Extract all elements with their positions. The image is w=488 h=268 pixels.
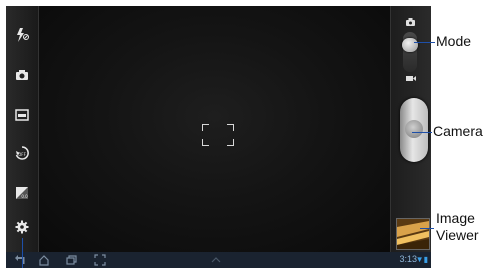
back-icon[interactable] bbox=[14, 254, 26, 266]
camera-shutter-button[interactable] bbox=[400, 98, 428, 162]
camera-icon bbox=[405, 120, 423, 138]
camera-callout-line bbox=[412, 132, 432, 133]
image-viewer-callout-line bbox=[420, 228, 434, 229]
settings-callout-line bbox=[22, 238, 23, 268]
svg-text:0.0: 0.0 bbox=[21, 194, 28, 199]
screenshot-icon[interactable] bbox=[94, 254, 106, 266]
camera-settings-bar: OFF 0.0 bbox=[6, 6, 39, 252]
scene-mode-icon[interactable] bbox=[11, 104, 33, 126]
focus-corner bbox=[227, 124, 234, 131]
camera-callout-label: Camera bbox=[433, 123, 483, 139]
svg-text:OFF: OFF bbox=[18, 152, 26, 157]
wifi-icon: ▼ bbox=[415, 255, 424, 264]
status-time: 3:13 bbox=[399, 254, 417, 264]
exposure-value-icon[interactable]: 0.0 bbox=[11, 182, 33, 204]
video-camera-icon bbox=[406, 76, 416, 81]
chevron-up-icon[interactable] bbox=[210, 254, 222, 266]
mode-switch[interactable] bbox=[402, 32, 418, 72]
image-viewer-label-line2: Viewer bbox=[436, 227, 479, 243]
focus-corner bbox=[202, 124, 209, 131]
flash-off-icon[interactable] bbox=[11, 24, 33, 46]
system-bar: 3:13 ▼▮ bbox=[6, 252, 431, 268]
camera-screen: OFF 0.0 3:13 ▼▮ bbox=[6, 6, 431, 268]
mode-callout-label: Mode bbox=[436, 33, 472, 49]
focus-mode-icon[interactable]: OFF bbox=[11, 142, 33, 164]
still-camera-icon bbox=[406, 18, 415, 26]
home-icon[interactable] bbox=[38, 254, 50, 266]
focus-frame bbox=[202, 124, 234, 146]
mode-switch-knob[interactable] bbox=[402, 38, 418, 52]
focus-corner bbox=[227, 139, 234, 146]
recent-apps-icon[interactable] bbox=[66, 254, 78, 266]
settings-icon[interactable] bbox=[11, 216, 33, 238]
image-viewer-label-line1: Image bbox=[436, 210, 475, 226]
image-viewer-callout-label: Image Viewer bbox=[436, 210, 479, 244]
focus-corner bbox=[202, 139, 209, 146]
status-indicator-icons: ▼▮ bbox=[416, 255, 428, 264]
battery-icon: ▮ bbox=[423, 255, 428, 264]
image-viewer-thumbnail[interactable] bbox=[396, 218, 430, 250]
shooting-mode-icon[interactable] bbox=[11, 64, 33, 86]
mode-callout-line bbox=[414, 42, 435, 43]
